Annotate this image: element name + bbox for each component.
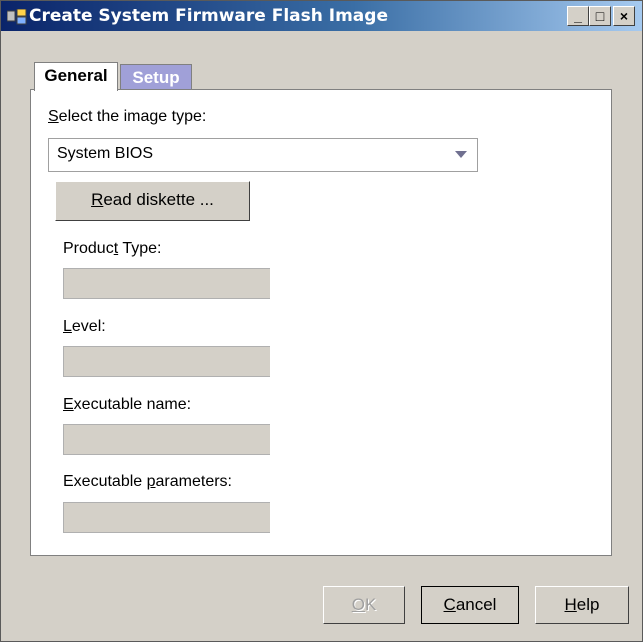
- executable-name-field[interactable]: [63, 424, 270, 455]
- image-type-label: Select the image type:: [48, 108, 206, 126]
- level-label: Level:: [63, 318, 106, 336]
- minimize-button[interactable]: _: [567, 6, 589, 26]
- mnemonic: S: [48, 108, 59, 125]
- mnemonic: R: [91, 190, 104, 209]
- executable-parameters-label: Executable parameters:: [63, 473, 232, 491]
- close-icon: ×: [619, 8, 629, 24]
- maximize-icon: □: [595, 8, 605, 24]
- maximize-button[interactable]: □: [589, 6, 611, 26]
- read-diskette-button[interactable]: Read diskette ...: [55, 181, 250, 221]
- tab-general[interactable]: General: [34, 62, 118, 91]
- cancel-button[interactable]: Cancel: [421, 586, 519, 624]
- mnemonic: H: [564, 595, 577, 614]
- window-title: Create System Firmware Flash Image: [29, 6, 388, 26]
- minimize-icon: _: [574, 8, 582, 24]
- label-part: K: [364, 595, 377, 614]
- label-part: ancel: [455, 595, 497, 614]
- label-part: elect the image type:: [58, 108, 207, 125]
- executable-name-label: Executable name:: [63, 396, 191, 414]
- mnemonic: C: [443, 595, 456, 614]
- general-panel: Select the image type: System BIOS Read …: [30, 89, 612, 556]
- dialog-window: Create System Firmware Flash Image _ □ ×…: [0, 0, 643, 642]
- help-button[interactable]: Help: [535, 586, 629, 624]
- close-button[interactable]: ×: [613, 6, 635, 26]
- executable-parameters-field[interactable]: [63, 502, 270, 533]
- label-part: xecutable name:: [73, 396, 192, 413]
- mnemonic: O: [351, 595, 365, 614]
- image-type-value: System BIOS: [57, 145, 154, 162]
- mnemonic: L: [63, 318, 72, 335]
- ok-button[interactable]: OK: [323, 586, 405, 624]
- product-type-field[interactable]: [63, 268, 270, 299]
- mnemonic: p: [146, 473, 156, 490]
- title-bar[interactable]: Create System Firmware Flash Image _ □ ×: [1, 1, 642, 31]
- label-part: Produc: [63, 240, 114, 257]
- app-icon: [7, 9, 27, 25]
- tab-setup[interactable]: Setup: [120, 64, 192, 90]
- label-part: elp: [576, 595, 600, 614]
- chevron-down-icon[interactable]: [455, 151, 467, 158]
- label-part: Type:: [118, 240, 162, 257]
- label-part: evel:: [71, 318, 106, 335]
- label-part: arameters:: [155, 473, 232, 490]
- mnemonic: E: [63, 396, 74, 413]
- level-field[interactable]: [63, 346, 270, 377]
- product-type-label: Product Type:: [63, 240, 161, 258]
- image-type-select[interactable]: System BIOS: [48, 138, 478, 172]
- label-part: Executable: [63, 473, 147, 490]
- label-part: ead diskette ...: [103, 190, 214, 209]
